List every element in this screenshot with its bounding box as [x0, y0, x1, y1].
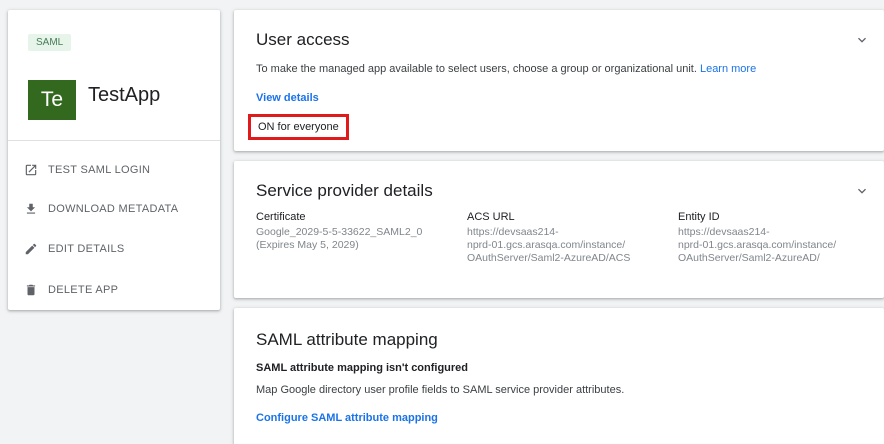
download-metadata-button[interactable]: DOWNLOAD METADATA [24, 202, 178, 216]
configure-saml-mapping-link[interactable]: Configure SAML attribute mapping [256, 412, 438, 424]
entity-id-label: Entity ID [678, 211, 720, 223]
saml-badge: SAML [28, 34, 72, 51]
sp-details-title: Service provider details [256, 181, 433, 200]
acs-url-line: https://devsaas214- [467, 226, 559, 238]
expand-chevron-icon[interactable] [854, 32, 870, 48]
saml-attribute-mapping-card[interactable]: SAML attribute mapping SAML attribute ma… [234, 308, 884, 444]
app-name: TestApp [88, 84, 161, 106]
acs-url-label: ACS URL [467, 211, 515, 223]
trash-icon [26, 284, 36, 296]
test-saml-login-label: TEST SAML LOGIN [48, 164, 151, 176]
app-summary-card: SAML Te TestApp TEST SAML LOGIN DOWNLOAD… [8, 10, 220, 310]
expand-chevron-icon[interactable] [854, 183, 870, 199]
saml-mapping-status: SAML attribute mapping isn't configured [256, 362, 469, 374]
app-avatar: Te [28, 80, 76, 120]
delete-app-button[interactable]: DELETE APP [24, 283, 118, 297]
entity-id-column: Entity ID https://devsaas214- nprd-01.gc… [678, 211, 836, 265]
user-access-card[interactable]: User access To make the managed app avai… [234, 10, 884, 151]
description-text: To make the managed app available to sel… [256, 63, 697, 75]
status-on-for-everyone: ON for everyone [248, 114, 349, 140]
entity-id-line: nprd-01.gcs.arasqa.com/instance/ [678, 239, 837, 251]
download-icon [26, 203, 36, 214]
test-saml-login-button[interactable]: TEST SAML LOGIN [24, 163, 150, 177]
open-in-new-icon [25, 164, 37, 176]
acs-url-line: OAuthServer/Saml2-AzureAD/ACS [467, 252, 631, 264]
certificate-value: Google_2029-5-5-33622_SAML2_0 [256, 226, 423, 238]
user-access-description: To make the managed app available to sel… [256, 63, 756, 75]
download-metadata-label: DOWNLOAD METADATA [48, 203, 179, 215]
view-details-link[interactable]: View details [256, 92, 319, 104]
edit-details-label: EDIT DETAILS [48, 243, 125, 255]
entity-id-line: OAuthServer/Saml2-AzureAD/ [678, 252, 820, 264]
edit-details-button[interactable]: EDIT DETAILS [24, 242, 125, 256]
acs-url-line: nprd-01.gcs.arasqa.com/instance/ [467, 239, 626, 251]
saml-mapping-title: SAML attribute mapping [256, 330, 438, 349]
certificate-label: Certificate [256, 211, 306, 223]
certificate-expiry: (Expires May 5, 2029) [256, 239, 359, 251]
certificate-column: Certificate Google_2029-5-5-33622_SAML2_… [256, 211, 422, 252]
service-provider-details-card[interactable]: Service provider details Certificate Goo… [234, 161, 884, 298]
saml-mapping-description: Map Google directory user profile fields… [256, 384, 625, 396]
divider [8, 140, 220, 141]
learn-more-link[interactable]: Learn more [700, 63, 756, 75]
entity-id-line: https://devsaas214- [678, 226, 770, 238]
user-access-title: User access [256, 30, 350, 49]
acs-url-column: ACS URL https://devsaas214- nprd-01.gcs.… [467, 211, 630, 265]
delete-app-label: DELETE APP [48, 284, 119, 296]
pencil-icon [25, 243, 37, 255]
